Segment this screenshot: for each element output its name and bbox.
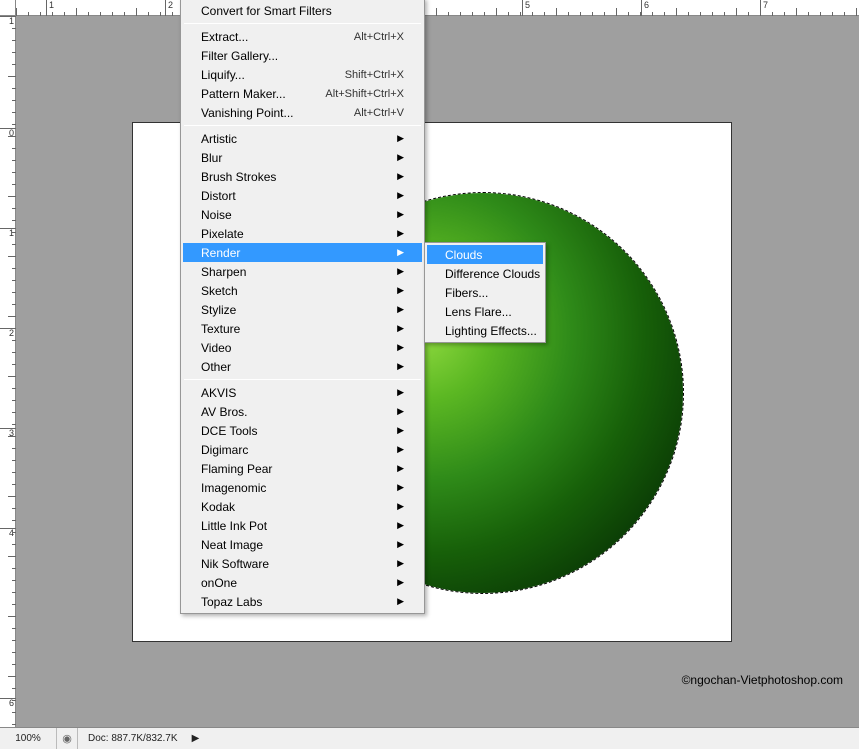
menu-item-pixelate[interactable]: Pixelate▶	[183, 224, 422, 243]
menu-item-flaming-pear[interactable]: Flaming Pear▶	[183, 459, 422, 478]
submenu-arrow-icon: ▶	[391, 209, 404, 220]
menu-item-akvis[interactable]: AKVIS▶	[183, 383, 422, 402]
ruler-origin	[0, 0, 16, 16]
submenu-arrow-icon: ▶	[391, 539, 404, 550]
render-submenu[interactable]: CloudsDifference CloudsFibers...Lens Fla…	[424, 242, 546, 343]
menu-item-other[interactable]: Other▶	[183, 357, 422, 376]
submenu-arrow-icon: ▶	[391, 285, 404, 296]
submenu-item-lens-flare[interactable]: Lens Flare...	[427, 302, 543, 321]
menu-item-blur[interactable]: Blur▶	[183, 148, 422, 167]
status-popup-arrow-icon[interactable]: ▶	[188, 733, 204, 744]
globe-icon[interactable]: ◉	[57, 732, 77, 745]
menu-item-filter-gallery[interactable]: Filter Gallery...	[183, 46, 422, 65]
submenu-arrow-icon: ▶	[391, 482, 404, 493]
submenu-arrow-icon: ▶	[391, 152, 404, 163]
submenu-arrow-icon: ▶	[391, 463, 404, 474]
submenu-arrow-icon: ▶	[391, 520, 404, 531]
submenu-arrow-icon: ▶	[391, 444, 404, 455]
menu-item-onone[interactable]: onOne▶	[183, 573, 422, 592]
menu-item-little-ink-pot[interactable]: Little Ink Pot▶	[183, 516, 422, 535]
menu-item-neat-image[interactable]: Neat Image▶	[183, 535, 422, 554]
submenu-arrow-icon: ▶	[391, 266, 404, 277]
menu-item-kodak[interactable]: Kodak▶	[183, 497, 422, 516]
canvas-area: ©ngochan-Vietphotoshop.com	[16, 16, 859, 727]
submenu-arrow-icon: ▶	[391, 133, 404, 144]
menu-item-sharpen[interactable]: Sharpen▶	[183, 262, 422, 281]
menu-item-extract[interactable]: Extract...Alt+Ctrl+X	[183, 27, 422, 46]
submenu-arrow-icon: ▶	[391, 171, 404, 182]
submenu-item-clouds[interactable]: Clouds	[427, 245, 543, 264]
menu-item-nik-software[interactable]: Nik Software▶	[183, 554, 422, 573]
menu-item-artistic[interactable]: Artistic▶	[183, 129, 422, 148]
submenu-arrow-icon: ▶	[391, 342, 404, 353]
status-bar: 100% ◉ Doc: 887.7K/832.7K ▶	[0, 727, 859, 749]
ruler-v-tick: 2	[0, 328, 16, 338]
ruler-v-tick: 4	[0, 528, 16, 538]
submenu-arrow-icon: ▶	[391, 406, 404, 417]
submenu-arrow-icon: ▶	[391, 501, 404, 512]
menu-item-render[interactable]: Render▶	[183, 243, 422, 262]
menu-separator	[184, 23, 421, 24]
doc-info: Doc: 887.7K/832.7K	[78, 733, 188, 744]
ruler-h-tick: 5	[522, 0, 530, 16]
submenu-arrow-icon: ▶	[391, 361, 404, 372]
submenu-item-fibers[interactable]: Fibers...	[427, 283, 543, 302]
menu-item-stylize[interactable]: Stylize▶	[183, 300, 422, 319]
menu-item-distort[interactable]: Distort▶	[183, 186, 422, 205]
watermark: ©ngochan-Vietphotoshop.com	[682, 673, 843, 687]
menu-item-vanishing-point[interactable]: Vanishing Point...Alt+Ctrl+V	[183, 103, 422, 122]
submenu-arrow-icon: ▶	[391, 304, 404, 315]
menu-item-noise[interactable]: Noise▶	[183, 205, 422, 224]
menu-item-texture[interactable]: Texture▶	[183, 319, 422, 338]
zoom-level[interactable]: 100%	[0, 733, 56, 744]
menu-item-topaz-labs[interactable]: Topaz Labs▶	[183, 592, 422, 611]
menu-item-av-bros[interactable]: AV Bros.▶	[183, 402, 422, 421]
menu-item-dce-tools[interactable]: DCE Tools▶	[183, 421, 422, 440]
menu-item-brush-strokes[interactable]: Brush Strokes▶	[183, 167, 422, 186]
menu-item-pattern-maker[interactable]: Pattern Maker...Alt+Shift+Ctrl+X	[183, 84, 422, 103]
ruler-vertical: 1012346	[0, 16, 16, 727]
submenu-arrow-icon: ▶	[391, 558, 404, 569]
submenu-arrow-icon: ▶	[391, 228, 404, 239]
ruler-horizontal: 1234567	[16, 0, 859, 16]
menu-item-imagenomic[interactable]: Imagenomic▶	[183, 478, 422, 497]
submenu-arrow-icon: ▶	[391, 387, 404, 398]
menu-item-liquify[interactable]: Liquify...Shift+Ctrl+X	[183, 65, 422, 84]
ruler-v-tick: 1	[0, 228, 16, 238]
menu-separator	[184, 379, 421, 380]
filter-menu[interactable]: Convert for Smart Filters Extract...Alt+C…	[180, 0, 425, 614]
submenu-item-difference-clouds[interactable]: Difference Clouds	[427, 264, 543, 283]
submenu-arrow-icon: ▶	[391, 596, 404, 607]
submenu-arrow-icon: ▶	[391, 190, 404, 201]
submenu-arrow-icon: ▶	[391, 247, 404, 258]
menu-separator	[184, 125, 421, 126]
ruler-v-tick: 1	[0, 16, 16, 26]
submenu-item-lighting-effects[interactable]: Lighting Effects...	[427, 321, 543, 340]
submenu-arrow-icon: ▶	[391, 577, 404, 588]
submenu-arrow-icon: ▶	[391, 323, 404, 334]
menu-item-convert-for-smart-filters[interactable]: Convert for Smart Filters	[183, 1, 422, 20]
menu-item-digimarc[interactable]: Digimarc▶	[183, 440, 422, 459]
submenu-arrow-icon: ▶	[391, 425, 404, 436]
menu-item-sketch[interactable]: Sketch▶	[183, 281, 422, 300]
menu-item-video[interactable]: Video▶	[183, 338, 422, 357]
